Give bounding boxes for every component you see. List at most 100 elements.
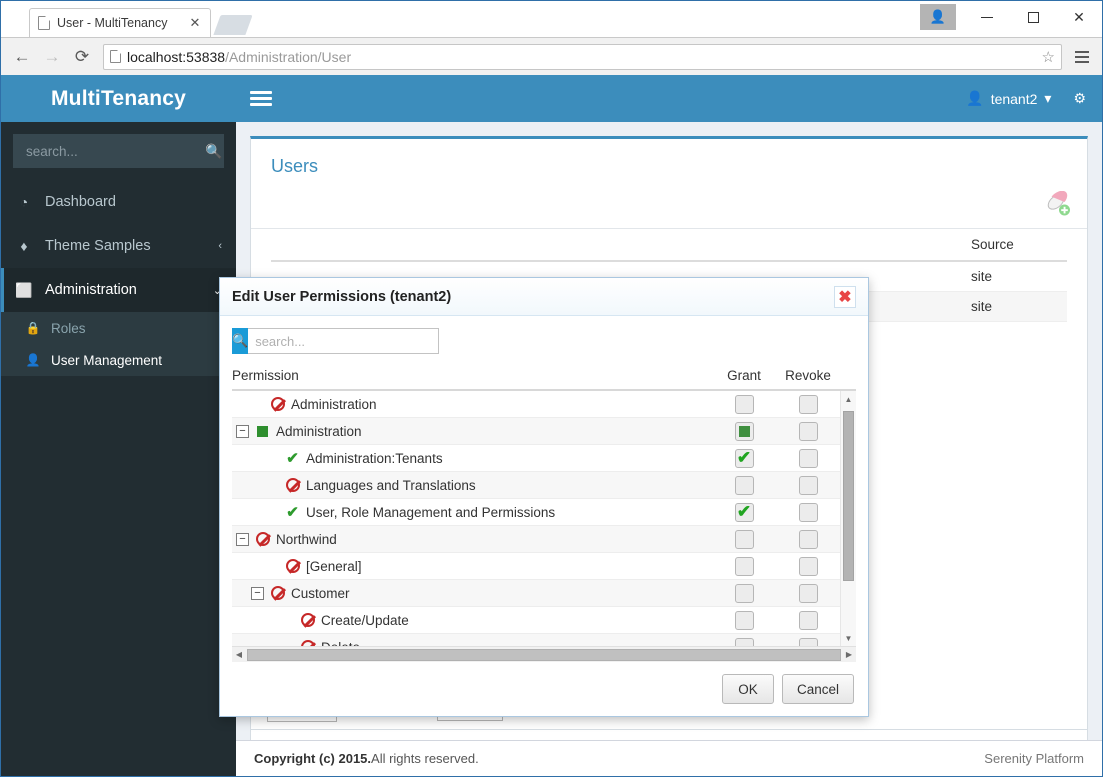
close-tab-icon[interactable]: ✕ [188,16,202,30]
browser-tab[interactable]: User - MultiTenancy ✕ [29,8,211,37]
permission-label: Languages and Translations [306,477,476,493]
permission-row[interactable]: [General] [232,553,840,580]
deny-icon [270,586,285,601]
grant-checkbox[interactable] [734,394,754,414]
collapse-toggle-icon[interactable]: − [236,424,249,438]
revoke-cell [776,556,840,576]
horizontal-scrollbar[interactable]: ◀ ▶ [232,646,856,662]
permission-label: Administration [291,396,377,412]
sidebar: MultiTenancy 🔍 ◔ Dashboard ♦ Theme Sampl… [1,75,236,776]
grant-checkbox[interactable] [734,529,754,549]
close-icon[interactable]: ✖ [834,285,856,308]
sidebar-toggle-icon[interactable] [250,91,272,106]
page-footer: Copyright (c) 2015. All rights reserved.… [236,740,1102,776]
permission-row[interactable]: ✔ Administration:Tenants ✔ [232,445,840,472]
grant-cell [712,475,776,495]
settings-gear-icon[interactable]: ⚙ [1073,90,1086,107]
grid-col-blank-1 [271,237,791,252]
collapse-toggle-icon[interactable]: − [236,532,249,546]
permission-row[interactable]: − Customer [232,580,840,607]
user-menu[interactable]: 👤 tenant2 ▾ [966,90,1051,107]
address-bar[interactable]: localhost:53838/Administration/User ☆ [103,43,1062,70]
scroll-up-icon[interactable]: ▲ [841,391,856,407]
dialog-footer: OK Cancel [220,662,868,716]
revoke-checkbox[interactable] [798,502,818,522]
search-icon[interactable]: 🔍 [232,328,249,354]
revoke-cell [776,394,840,414]
forward-icon[interactable]: → [39,44,65,70]
grant-cell [712,556,776,576]
sidebar-search[interactable]: 🔍 [13,134,224,168]
bookmark-star-icon[interactable]: ☆ [1042,48,1055,66]
ok-button[interactable]: OK [721,674,774,704]
scroll-left-icon[interactable]: ◀ [232,650,246,659]
grant-checkbox[interactable] [734,637,754,646]
permission-row[interactable]: Languages and Translations [232,472,840,499]
permission-search-input[interactable] [248,328,440,354]
permission-name-cell: − Administration [232,424,712,439]
permission-name-cell: ✔ Administration:Tenants [232,451,712,466]
sidebar-item-theme-samples[interactable]: ♦ Theme Samples ‹ [1,224,236,268]
grant-checkbox[interactable] [734,421,754,441]
sidebar-search-input[interactable] [24,142,205,160]
monitor-icon: ⬜ [15,281,33,298]
hscrollbar-thumb[interactable] [247,648,841,661]
permission-row[interactable]: ✔ User, Role Management and Permissions ✔ [232,499,840,526]
permission-row[interactable]: Delete [232,634,840,646]
sidebar-item-roles[interactable]: 🔒 Roles [1,312,236,344]
permission-row[interactable]: Administration [232,391,840,418]
col-revoke: Revoke [785,368,831,383]
revoke-checkbox[interactable] [798,610,818,630]
revoke-cell [776,421,840,441]
revoke-checkbox[interactable] [798,529,818,549]
scroll-right-icon[interactable]: ▶ [842,650,856,659]
revoke-checkbox[interactable] [798,637,818,646]
revoke-checkbox[interactable] [798,556,818,576]
permission-row[interactable]: Create/Update [232,607,840,634]
col-permission: Permission [232,368,299,383]
platform-label: Serenity Platform [984,751,1084,766]
grid-cell-source: site [971,269,993,284]
grant-checkbox[interactable] [734,583,754,603]
deny-icon [255,532,270,547]
revoke-checkbox[interactable] [798,475,818,495]
close-window-button[interactable]: ✕ [1056,2,1102,32]
revoke-cell [776,502,840,522]
sidebar-item-user-management[interactable]: 👤 User Management [1,344,236,376]
permission-row[interactable]: − Administration [232,418,840,445]
browser-toolbar: ← → ⟳ localhost:53838/Administration/Use… [1,37,1102,75]
browser-menu-icon[interactable] [1070,44,1094,70]
edit-user-permissions-dialog: Edit User Permissions (tenant2) ✖ 🔍 Perm… [219,277,869,717]
revoke-checkbox[interactable] [798,421,818,441]
revoke-checkbox[interactable] [798,394,818,414]
new-tab-button[interactable] [213,15,253,35]
grant-checkbox[interactable]: ✔ [734,502,754,522]
grant-checkbox[interactable] [734,610,754,630]
cancel-button[interactable]: Cancel [781,674,854,704]
revoke-cell [776,475,840,495]
permission-row[interactable]: − Northwind [232,526,840,553]
back-icon[interactable]: ← [9,44,35,70]
search-icon[interactable]: 🔍 [205,143,222,160]
reload-icon[interactable]: ⟳ [69,44,95,70]
add-user-icon[interactable] [1045,190,1071,217]
maximize-button[interactable] [1010,2,1056,32]
sidebar-item-dashboard[interactable]: ◔ Dashboard [1,180,236,224]
deny-icon [270,397,285,412]
scrollbar-thumb[interactable] [843,411,854,581]
app-brand[interactable]: MultiTenancy [1,75,236,122]
profile-avatar-icon[interactable]: 👤 [920,4,956,30]
revoke-checkbox[interactable] [798,583,818,603]
url-host: localhost:53838 [127,48,226,65]
vertical-scrollbar[interactable]: ▲ ▼ [840,391,856,646]
scroll-down-icon[interactable]: ▼ [841,630,856,646]
grant-cell: ✔ [712,448,776,468]
sidebar-item-administration[interactable]: ⬜ Administration ⌄ [1,268,236,312]
collapse-toggle-icon[interactable]: − [251,586,264,600]
users-grid-header: Source [271,229,1067,262]
grant-checkbox[interactable]: ✔ [734,448,754,468]
minimize-button[interactable] [964,2,1010,32]
grant-checkbox[interactable] [734,556,754,576]
revoke-checkbox[interactable] [798,448,818,468]
grant-checkbox[interactable] [734,475,754,495]
